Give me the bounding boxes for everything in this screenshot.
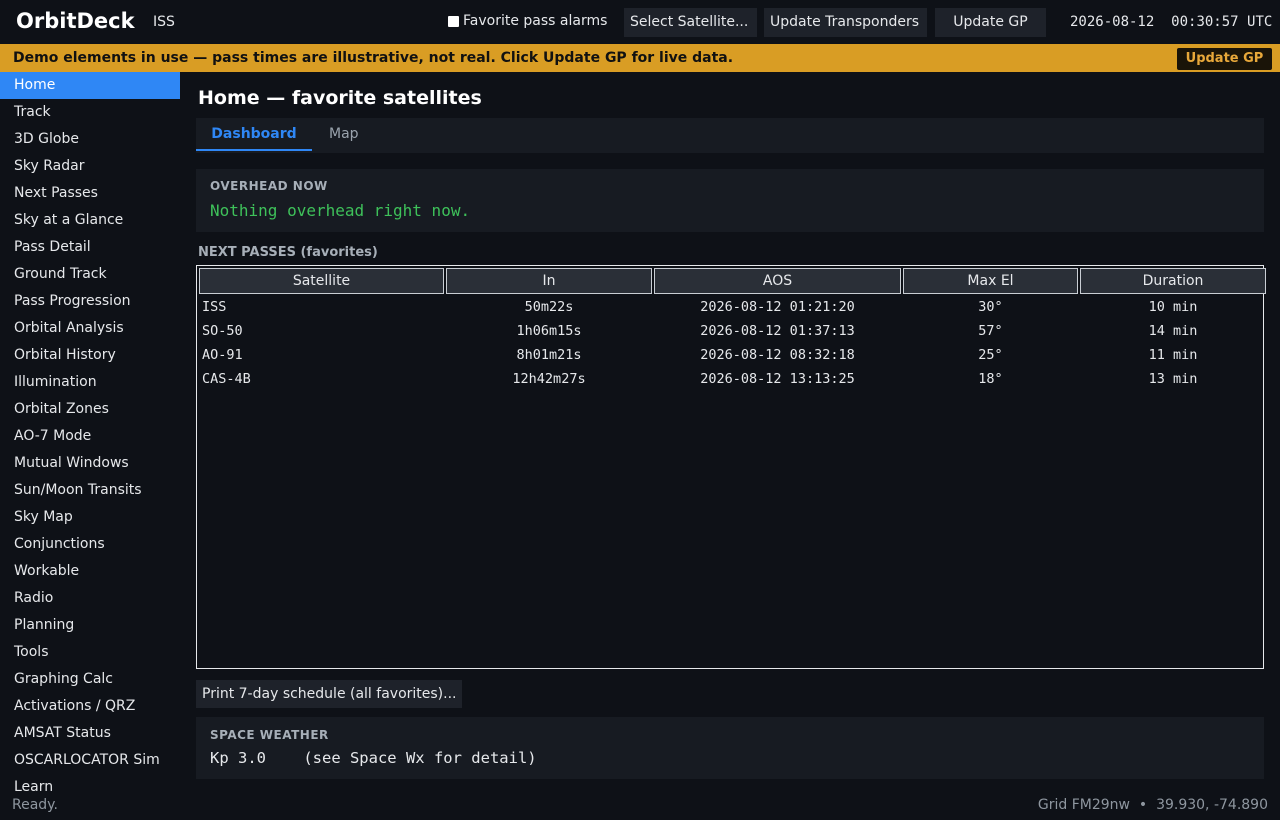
table-row[interactable]: ISS 50m22s 2026-08-12 01:21:20 30° 10 min (199, 296, 1266, 318)
page-title: Home — favorite satellites (198, 87, 482, 109)
sidebar-item-sky-map[interactable]: Sky Map (0, 504, 180, 531)
demo-banner: Demo elements in use — pass times are il… (0, 44, 1280, 72)
sidebar-item-sun-moon-transits[interactable]: Sun/Moon Transits (0, 477, 180, 504)
status-separator: • (1138, 797, 1148, 813)
table-cell: 30° (978, 299, 1003, 315)
location-readout: Grid FM29nw • 39.930, -74.890 (1038, 797, 1268, 813)
overhead-message: Nothing overhead right now. (210, 201, 471, 220)
print-schedule-button[interactable]: Print 7-day schedule (all favorites)... (196, 680, 462, 708)
space-weather-value: Kp 3.0 (see Space Wx for detail) (210, 749, 537, 767)
sidebar-item-oscarlocator-sim[interactable]: OSCARLOCATOR Sim (0, 747, 180, 774)
favorite-pass-alarms-toggle[interactable]: Favorite pass alarms (448, 13, 607, 29)
table-cell: 2026-08-12 13:13:25 (700, 371, 855, 387)
sidebar-item-workable[interactable]: Workable (0, 558, 180, 585)
current-satellite-label: ISS (153, 14, 175, 30)
sidebar-item-amsat-status[interactable]: AMSAT Status (0, 720, 180, 747)
status-text: Ready. (12, 797, 58, 813)
column-header-max-el[interactable]: Max El (903, 268, 1078, 294)
table-cell: SO-50 (202, 323, 243, 339)
table-cell: 50m22s (524, 299, 574, 315)
sidebar-item-planning[interactable]: Planning (0, 612, 180, 639)
grid-square: Grid FM29nw (1037, 797, 1130, 813)
sidebar-item-ao-7-mode[interactable]: AO-7 Mode (0, 423, 180, 450)
table-row[interactable]: AO-91 8h01m21s 2026-08-12 08:32:18 25° 11 mi… (199, 344, 1266, 366)
table-cell: 57° (978, 323, 1003, 339)
table-cell: 2026-08-12 08:32:18 (700, 347, 855, 363)
table-cell: CAS-4B (202, 371, 251, 387)
sidebar-item-next-passes[interactable]: Next Passes (0, 180, 180, 207)
sidebar-item-sky-at-a-glance[interactable]: Sky at a Glance (0, 207, 180, 234)
column-header-satellite[interactable]: Satellite (199, 268, 444, 294)
banner-update-gp-button[interactable]: Update GP (1177, 48, 1272, 70)
space-weather-panel: SPACE WEATHER Kp 3.0 (see Space Wx for d… (196, 717, 1264, 779)
sidebar-item-ground-track[interactable]: Ground Track (0, 261, 180, 288)
sidebar-item-3d-globe[interactable]: 3D Globe (0, 126, 180, 153)
table-cell: 14 min (1148, 323, 1198, 339)
app-title: OrbitDeck (16, 9, 135, 33)
next-passes-heading: NEXT PASSES (favorites) (198, 245, 378, 260)
sidebar-item-sky-radar[interactable]: Sky Radar (0, 153, 180, 180)
sidebar-item-track[interactable]: Track (0, 99, 180, 126)
overhead-now-panel: OVERHEAD NOW Nothing overhead right now. (196, 169, 1264, 232)
table-cell: 1h06m15s (516, 323, 582, 339)
overhead-heading: OVERHEAD NOW (210, 179, 328, 193)
table-row[interactable]: SO-50 1h06m15s 2026-08-12 01:37:13 57° 14 mi… (199, 320, 1266, 342)
space-weather-heading: SPACE WEATHER (210, 728, 329, 742)
clock-date: 2026-08-12 (1070, 14, 1155, 30)
update-transponders-button[interactable]: Update Transponders (764, 8, 927, 37)
sidebar-item-pass-progression[interactable]: Pass Progression (0, 288, 180, 315)
sidebar-item-activations-qrz[interactable]: Activations / QRZ (0, 693, 180, 720)
utc-clock: 2026-08-12 00:30:57 UTC (1070, 14, 1272, 30)
sidebar-item-radio[interactable]: Radio (0, 585, 180, 612)
next-passes-table-panel: Satellite In AOS Max El Duration ISS 50m22s 20… (196, 265, 1266, 669)
tab-map[interactable]: Map (329, 118, 359, 151)
select-satellite-button[interactable]: Select Satellite... (624, 8, 757, 37)
coordinates: 39.930, -74.890 (1156, 797, 1268, 813)
table-row[interactable]: CAS-4B 12h42m27s 2026-08-12 13:13:25 18° 13 … (199, 368, 1266, 390)
sidebar-item-tools[interactable]: Tools (0, 639, 180, 666)
clock-time: 00:30:57 UTC (1171, 14, 1273, 30)
sidebar-nav: Home Track 3D Globe Sky Radar Next Passes Sky… (0, 72, 180, 792)
sidebar-item-graphing-calc[interactable]: Graphing Calc (0, 666, 180, 693)
demo-banner-text: Demo elements in use — pass times are il… (13, 50, 734, 66)
top-bar: OrbitDeck ISS Favorite pass alarms Selec… (0, 0, 1280, 44)
tab-dashboard[interactable]: Dashboard (196, 118, 312, 151)
view-tabs: Dashboard Map (196, 118, 1264, 153)
next-passes-table: Satellite In AOS Max El Duration ISS 50m22s 20… (197, 266, 1268, 392)
sidebar-item-illumination[interactable]: Illumination (0, 369, 180, 396)
sidebar-item-orbital-history[interactable]: Orbital History (0, 342, 180, 369)
sidebar-item-conjunctions[interactable]: Conjunctions (0, 531, 180, 558)
column-header-in[interactable]: In (446, 268, 652, 294)
sidebar-item-pass-detail[interactable]: Pass Detail (0, 234, 180, 261)
table-cell: 11 min (1148, 347, 1198, 363)
table-cell: 12h42m27s (512, 371, 586, 387)
sidebar-item-orbital-zones[interactable]: Orbital Zones (0, 396, 180, 423)
table-cell: 18° (978, 371, 1003, 387)
update-gp-button[interactable]: Update GP (935, 8, 1046, 37)
table-cell: 13 min (1148, 371, 1198, 387)
table-cell: ISS (202, 299, 227, 315)
sidebar-item-orbital-analysis[interactable]: Orbital Analysis (0, 315, 180, 342)
sidebar-item-learn[interactable]: Learn (0, 774, 180, 792)
table-cell: 25° (978, 347, 1003, 363)
alarms-checkbox[interactable] (448, 15, 459, 27)
alarms-label: Favorite pass alarms (463, 13, 608, 29)
sidebar-item-home[interactable]: Home (0, 72, 180, 99)
column-header-duration[interactable]: Duration (1080, 268, 1266, 294)
table-cell: 10 min (1148, 299, 1198, 315)
table-cell: 8h01m21s (516, 347, 582, 363)
column-header-aos[interactable]: AOS (654, 268, 901, 294)
table-cell: 2026-08-12 01:37:13 (700, 323, 855, 339)
table-cell: 2026-08-12 01:21:20 (700, 299, 855, 315)
table-cell: AO-91 (202, 347, 243, 363)
sidebar-item-mutual-windows[interactable]: Mutual Windows (0, 450, 180, 477)
